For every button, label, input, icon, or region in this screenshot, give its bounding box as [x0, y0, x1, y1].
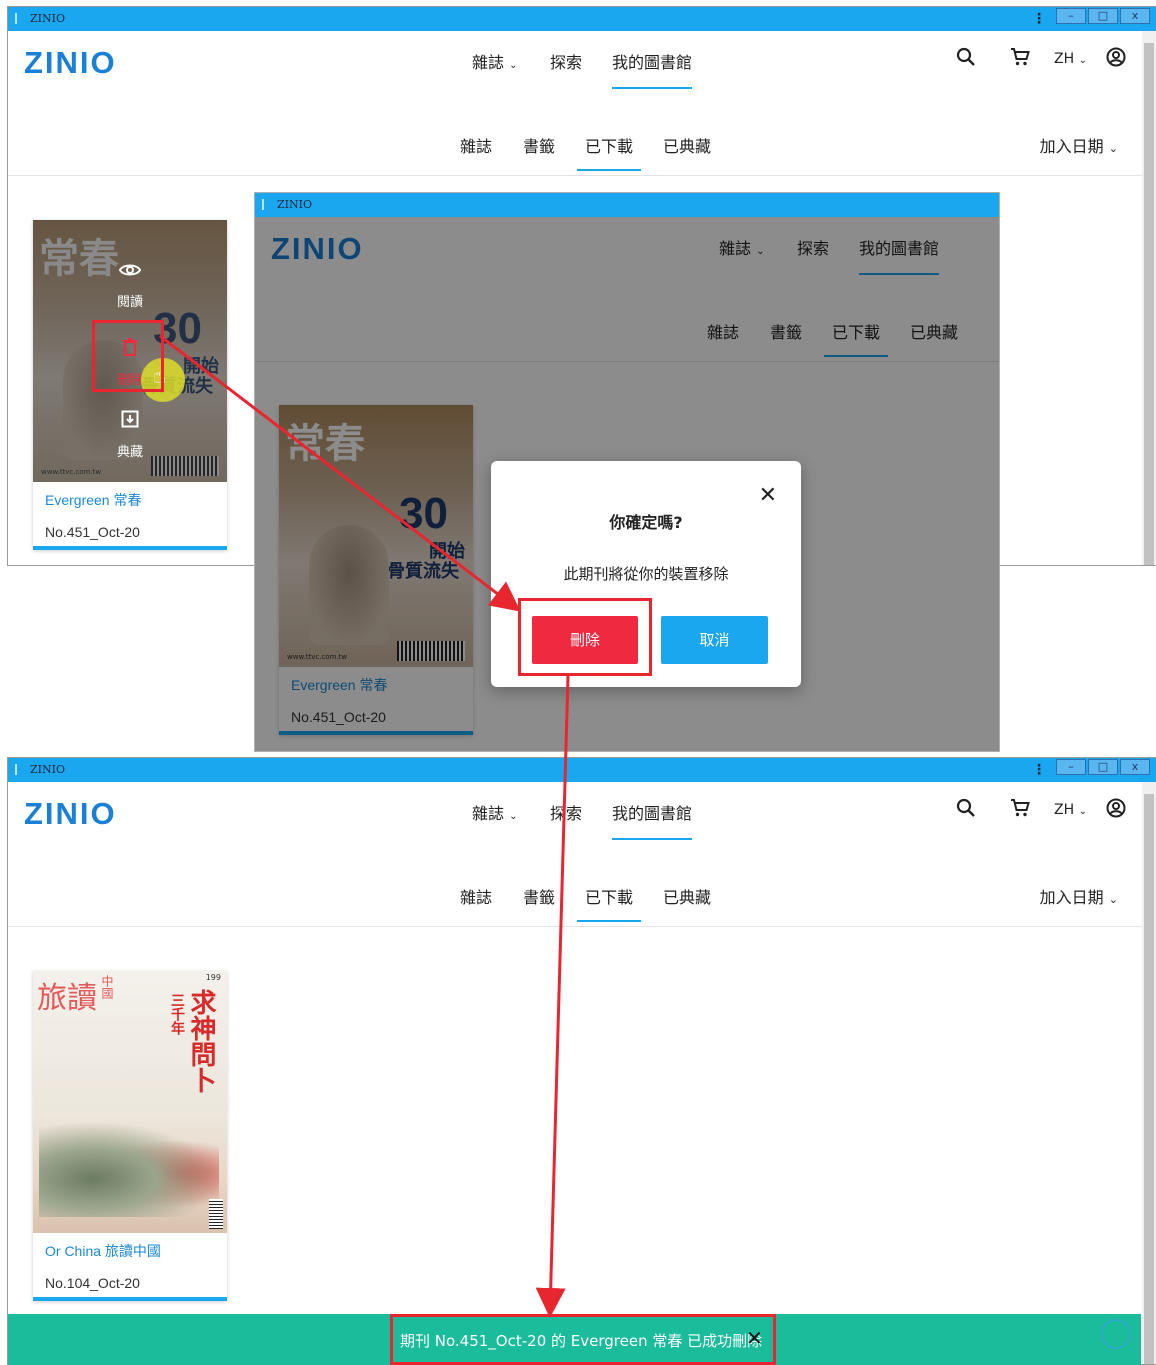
- arrow-to-toast: [535, 675, 570, 1318]
- annotation-arrows: [159, 334, 570, 1318]
- arrow-to-confirm: [159, 334, 521, 612]
